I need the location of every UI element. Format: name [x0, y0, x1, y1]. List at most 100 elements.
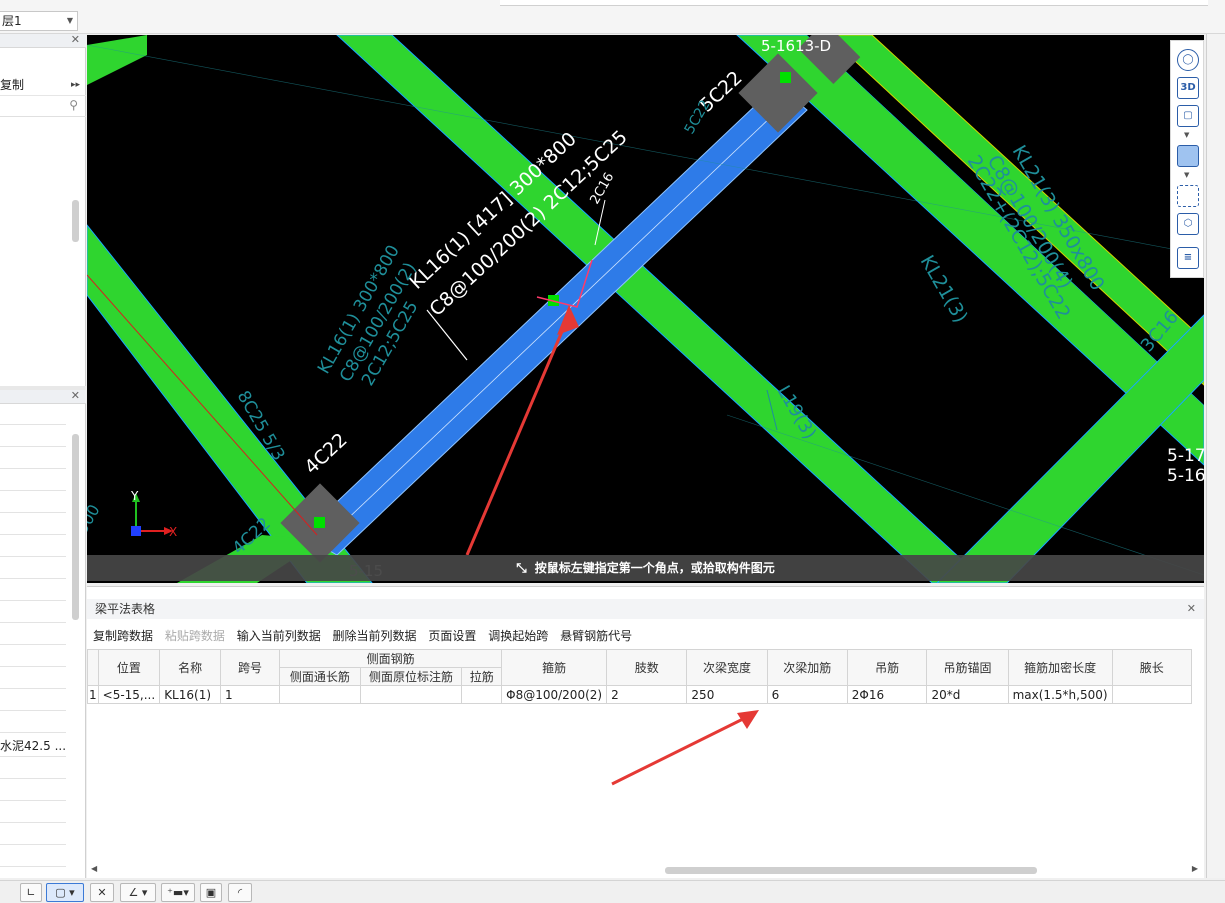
left-panel: ✕ 复制 ▸▸ ⚲ ✕ 水泥42.5 ...: [0, 33, 86, 878]
scroll-left-icon[interactable]: ◀: [91, 864, 97, 873]
display-icon[interactable]: ▣: [200, 883, 222, 902]
paste-span-button[interactable]: 粘贴跨数据: [165, 629, 225, 643]
property-row[interactable]: [0, 646, 66, 667]
orthogonal-icon[interactable]: ∟: [20, 883, 42, 902]
cad-drawing-canvas[interactable]: KL16(1) [417] 300*800 C8@100/200(2) 2C12…: [87, 35, 1204, 583]
col-header-span[interactable]: 跨号: [219, 649, 281, 686]
cube-icon[interactable]: ▢: [1177, 105, 1199, 127]
property-list-header: ✕: [0, 389, 86, 404]
copy-span-button[interactable]: 复制跨数据: [93, 629, 153, 643]
label-kl21-short: KL21(3): [916, 252, 972, 327]
search-icon: ⚲: [69, 98, 78, 112]
label-left-edge: 500: [87, 501, 104, 537]
layer-settings-icon[interactable]: ≡: [1177, 247, 1199, 269]
property-row[interactable]: [0, 602, 66, 623]
arc-icon[interactable]: ◜: [228, 883, 252, 902]
col-header-sec-width[interactable]: 次梁宽度: [686, 649, 768, 686]
input-column-button[interactable]: 输入当前列数据: [237, 629, 321, 643]
chevron-down-icon[interactable]: ▼: [1184, 131, 1189, 139]
property-row[interactable]: [0, 558, 66, 579]
property-row[interactable]: [0, 426, 66, 447]
property-row[interactable]: [0, 668, 66, 689]
col-header-hanger-anchor[interactable]: 吊筋锚固: [926, 649, 1009, 686]
close-icon[interactable]: ✕: [1187, 599, 1196, 619]
app-window: 层1 ▼ ✕ 复制 ▸▸ ⚲ ✕ 水泥42.5 ... KL16(1) [417…: [0, 0, 1225, 903]
property-row[interactable]: [0, 780, 66, 801]
property-row[interactable]: [0, 690, 66, 711]
fit-view-icon[interactable]: [1177, 185, 1199, 207]
axis-y-label: Y: [130, 489, 139, 503]
property-row[interactable]: [0, 536, 66, 557]
search-input[interactable]: ⚲: [0, 97, 86, 117]
view-toolbar: ◯ 3D ▢ ▼ ▼ ⬡ ≡: [1170, 40, 1204, 278]
orbit-icon[interactable]: ◯: [1177, 49, 1199, 71]
property-row[interactable]: [0, 514, 66, 535]
property-row[interactable]: 水泥42.5 ...: [0, 736, 66, 757]
command-prompt: ⤡ 按鼠标左键指定第一个角点，或拾取构件图元: [87, 555, 1204, 581]
chevron-down-icon[interactable]: ▼: [67, 12, 73, 30]
isometric-icon[interactable]: ⬡: [1177, 213, 1199, 235]
property-row[interactable]: [0, 758, 66, 779]
page-setup-button[interactable]: 页面设置: [428, 629, 476, 643]
property-row[interactable]: [0, 624, 66, 645]
horizontal-scrollbar[interactable]: ◀ ▶: [87, 864, 1204, 877]
pick-cursor-icon: ⤡: [516, 561, 527, 576]
drawing-svg: KL16(1) [417] 300*800 C8@100/200(2) 2C12…: [87, 35, 1204, 583]
panel-title-text: 梁平法表格: [95, 602, 156, 616]
close-icon[interactable]: ✕: [71, 389, 80, 402]
swap-start-span-button[interactable]: 调换起始跨: [488, 629, 548, 643]
col-header-name[interactable]: 名称: [159, 649, 221, 686]
label-node-5-16: 5-16: [1167, 466, 1204, 486]
scrollbar-thumb[interactable]: [72, 434, 79, 620]
bottom-toolbar: ∟ ▢ ▾ ✕ ∠ ▾ ⁺▬▾ ▣ ◜: [0, 880, 1225, 903]
copy-button[interactable]: 复制 ▸▸: [0, 74, 86, 96]
property-row[interactable]: [0, 712, 66, 733]
panel-title: 梁平法表格 ✕: [87, 599, 1204, 619]
expand-icon[interactable]: ▸▸: [71, 74, 80, 96]
grip-bottom: [314, 517, 325, 528]
component-list-header: ✕: [0, 33, 86, 48]
copy-label: 复制: [0, 78, 25, 92]
table-toolbar: 复制跨数据 粘贴跨数据 输入当前列数据 删除当前列数据 页面设置 调换起始跨 悬…: [87, 625, 1204, 647]
col-header-hanger[interactable]: 吊筋: [846, 649, 928, 686]
col-header-position[interactable]: 位置: [97, 649, 161, 686]
col-header-side-rebar[interactable]: 侧面钢筋: [279, 649, 503, 668]
floor-select[interactable]: 层1 ▼: [0, 11, 78, 31]
label-5c22-ghost: 5C22: [682, 97, 714, 137]
scrollbar-thumb[interactable]: [665, 867, 1037, 874]
cantilever-code-button[interactable]: 悬臂钢筋代号: [560, 629, 632, 643]
angle-icon[interactable]: ∠ ▾: [120, 883, 156, 902]
property-row[interactable]: [0, 404, 66, 425]
property-row[interactable]: [0, 492, 66, 513]
right-side-panel: [1206, 34, 1225, 878]
floor-select-value: 层1: [2, 14, 22, 28]
ucs-icon: Y X: [130, 489, 177, 539]
property-row[interactable]: [0, 846, 66, 867]
scrollbar-thumb[interactable]: [72, 200, 79, 242]
property-row[interactable]: [0, 448, 66, 469]
property-row[interactable]: [0, 802, 66, 823]
close-icon[interactable]: ✕: [71, 33, 80, 46]
property-row[interactable]: [0, 580, 66, 601]
3d-view-icon[interactable]: 3D: [1177, 77, 1199, 99]
col-header-side-through[interactable]: 侧面通长筋: [279, 667, 361, 686]
delete-column-button[interactable]: 删除当前列数据: [333, 629, 417, 643]
offset-icon[interactable]: ⁺▬▾: [161, 883, 195, 902]
cross-select-icon[interactable]: ✕: [90, 883, 114, 902]
col-header-sec-add[interactable]: 次梁加筋: [766, 649, 848, 686]
property-value: 水泥42.5: [0, 739, 51, 753]
col-header-legs[interactable]: 肢数: [606, 649, 688, 686]
col-header-dense-len[interactable]: 箍筋加密长度: [1007, 649, 1113, 686]
label-node-top: 5-1613-D: [761, 37, 831, 55]
col-header-stirrup[interactable]: 箍筋: [501, 649, 608, 686]
grip-top: [780, 72, 791, 83]
property-row[interactable]: [0, 824, 66, 845]
rect-select-icon[interactable]: ▢ ▾: [46, 883, 84, 902]
col-header-side-mark[interactable]: 侧面原位标注筋: [359, 667, 463, 686]
scroll-right-icon[interactable]: ▶: [1192, 864, 1198, 873]
col-header-tie[interactable]: 拉筋: [461, 667, 503, 686]
col-header-haunch[interactable]: 腋长: [1111, 649, 1193, 686]
chevron-down-icon[interactable]: ▼: [1184, 171, 1189, 179]
property-row[interactable]: [0, 470, 66, 491]
solid-cube-icon[interactable]: [1177, 145, 1199, 167]
